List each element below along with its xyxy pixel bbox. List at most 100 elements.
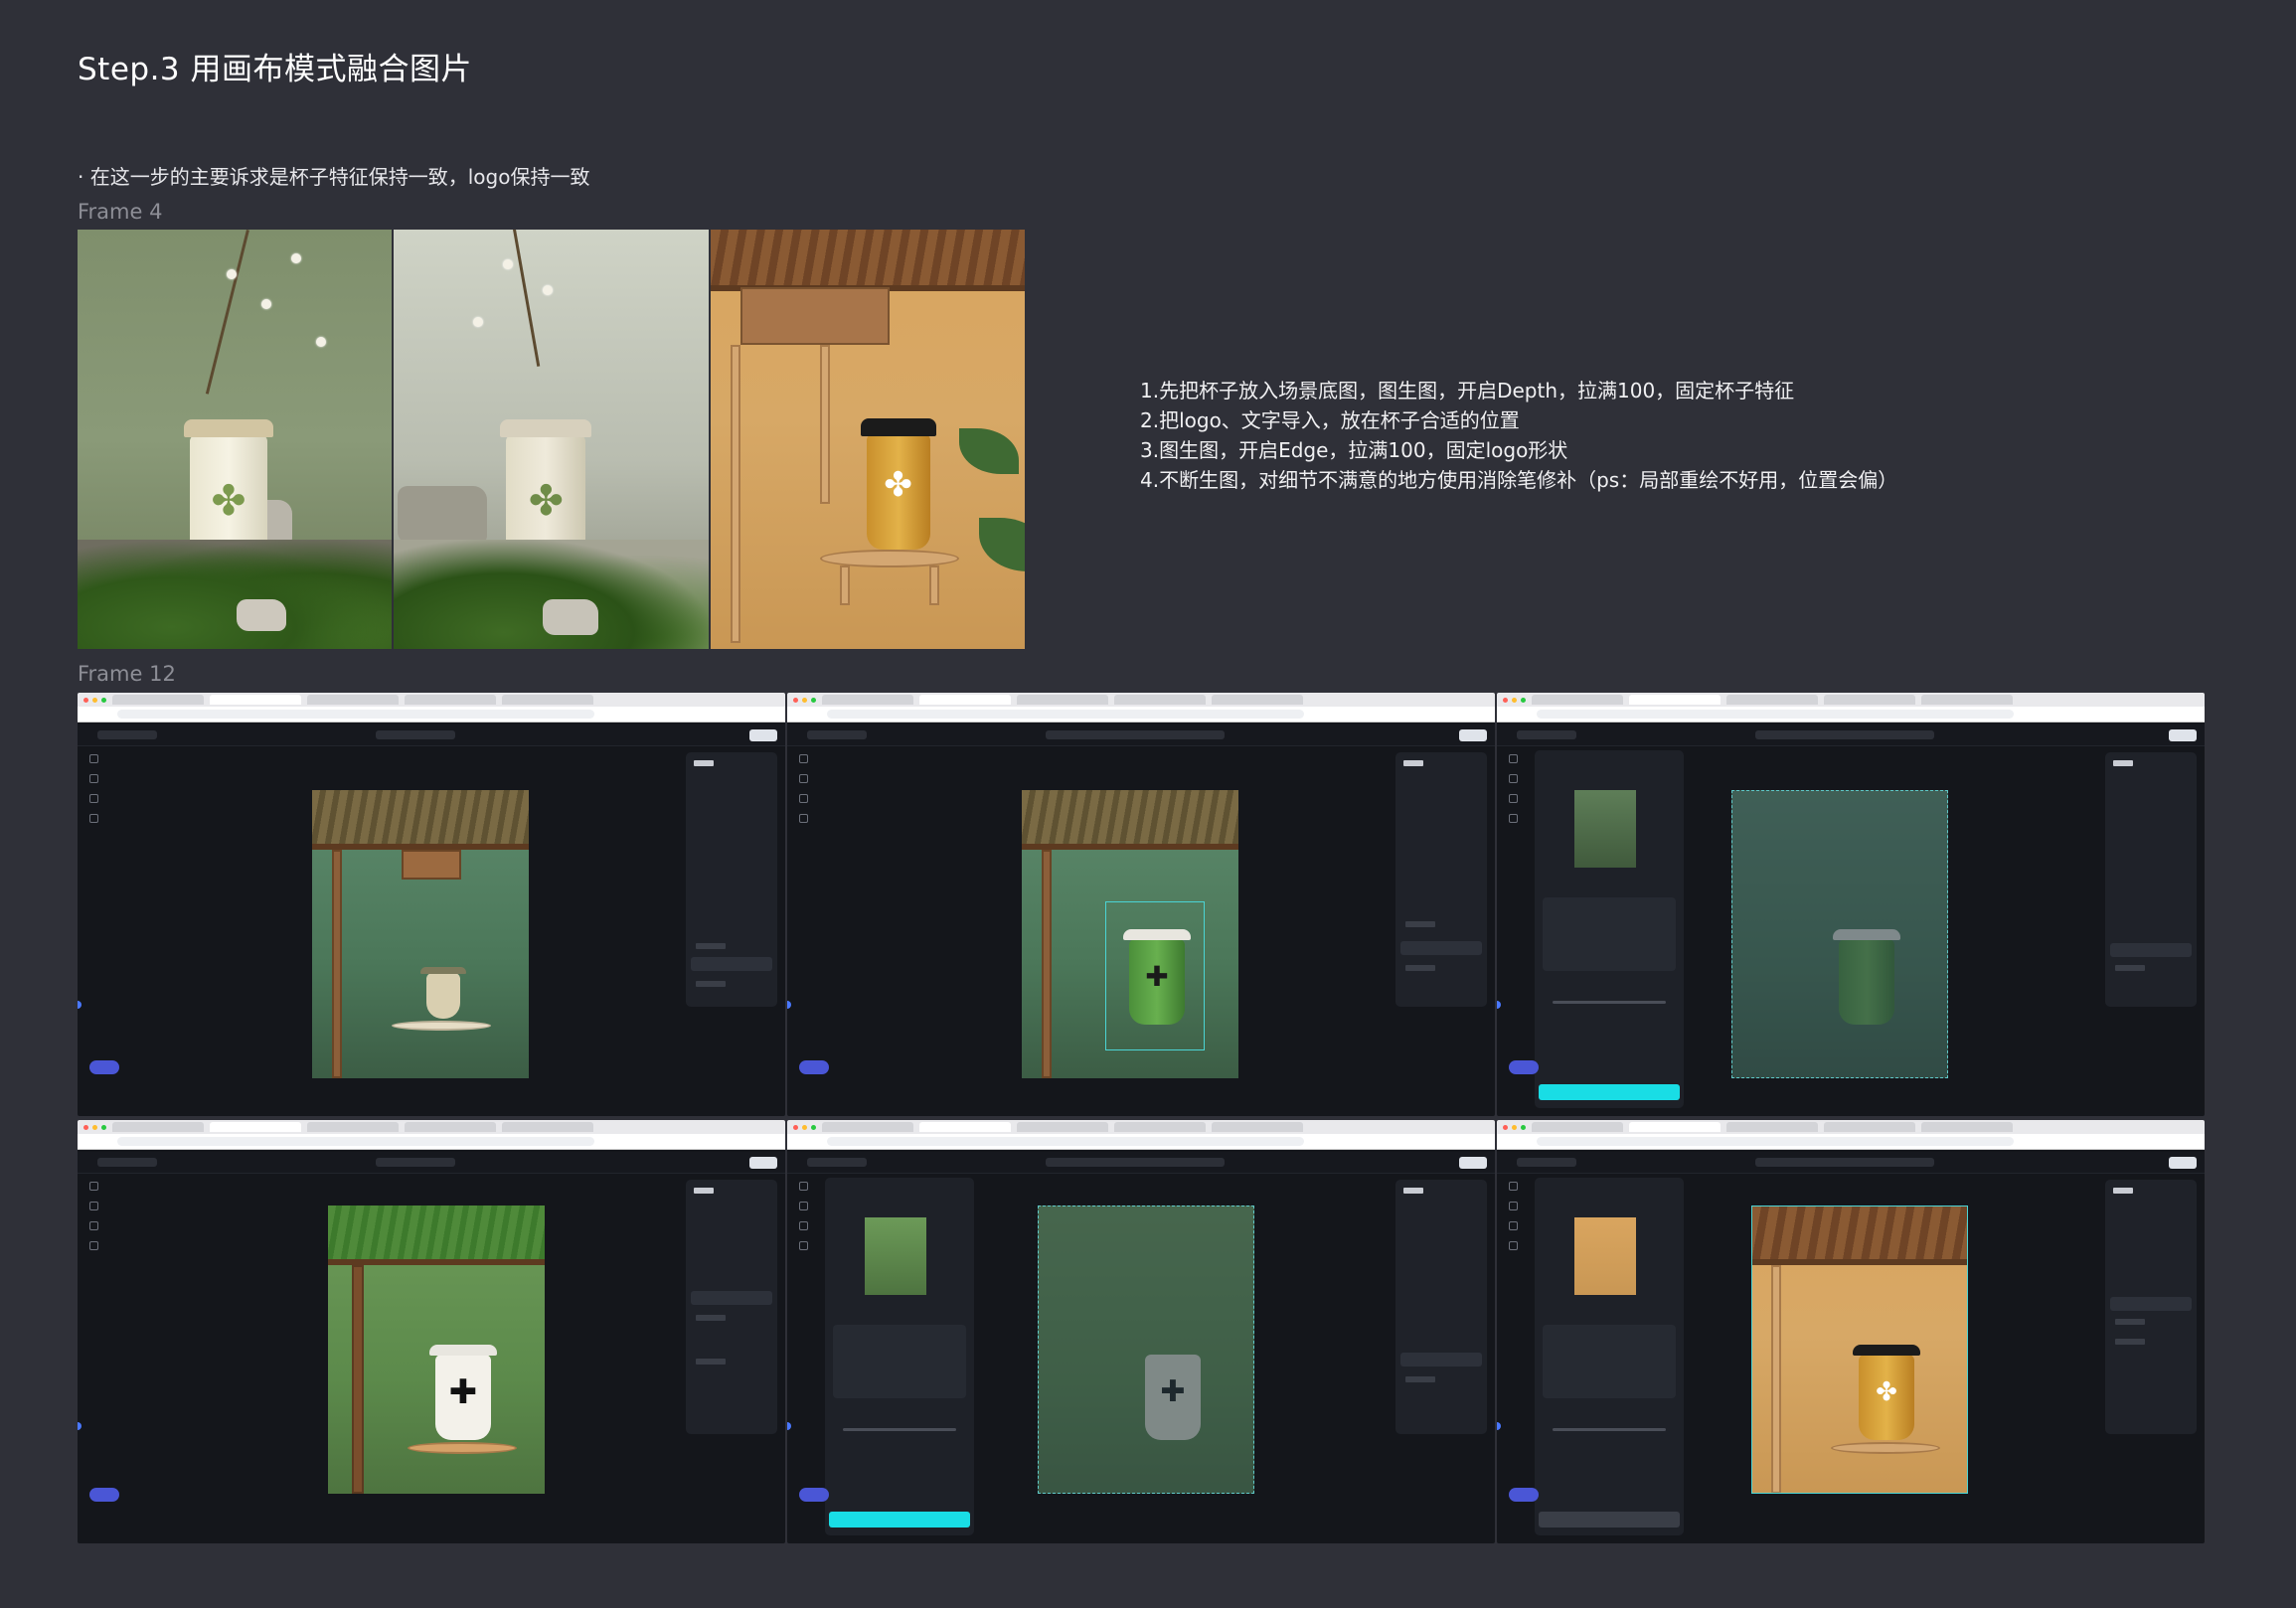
canvas-image[interactable]: ✚ — [1038, 1206, 1254, 1494]
img2img-panel — [1535, 750, 1684, 1108]
strength-slider[interactable] — [843, 1428, 956, 1431]
branch — [513, 230, 541, 367]
canvas-image[interactable]: ✤ — [1751, 1206, 1968, 1494]
canvas-image[interactable] — [312, 790, 529, 1078]
rock — [543, 599, 599, 635]
tool-icon[interactable] — [1508, 814, 1518, 823]
lid-icon — [860, 418, 936, 436]
lid-icon — [500, 419, 592, 437]
photo-cup-green-scene: ✤ — [78, 230, 393, 649]
tool-icon[interactable] — [1508, 794, 1518, 803]
generate-fab[interactable] — [1509, 1060, 1539, 1074]
layers-panel — [2105, 752, 2197, 1007]
generate-button[interactable] — [1539, 1084, 1680, 1100]
generate-fab[interactable] — [1509, 1488, 1539, 1502]
tool-icon[interactable] — [798, 814, 808, 823]
tool-icon[interactable] — [88, 814, 98, 823]
address-bar[interactable] — [787, 707, 1495, 723]
tool-icon[interactable] — [1508, 754, 1518, 763]
rock — [398, 486, 488, 544]
generate-fab[interactable] — [89, 1488, 119, 1502]
step-1: 1.先把杯子放入场景底图，图生图，开启Depth，拉满100，固定杯子特征 — [1140, 379, 1795, 402]
generate-fab[interactable] — [799, 1488, 829, 1502]
export-button[interactable] — [2169, 729, 2197, 741]
strength-slider[interactable] — [1553, 1428, 1666, 1431]
tool-icon[interactable] — [88, 1202, 98, 1210]
frame4-photos: ✤ ✤ ✤ — [78, 230, 1025, 649]
tool-column — [795, 1182, 811, 1261]
browser-tabs — [787, 1120, 1495, 1134]
tool-icon[interactable] — [88, 754, 98, 763]
tool-icon[interactable] — [1508, 774, 1518, 783]
address-bar[interactable] — [78, 707, 785, 723]
address-bar[interactable] — [78, 1134, 785, 1150]
flower — [473, 317, 484, 327]
export-button[interactable] — [1459, 729, 1487, 741]
tool-column — [85, 1182, 101, 1261]
canvas-image[interactable]: ✚ — [1022, 790, 1238, 1078]
generate-fab[interactable] — [799, 1060, 829, 1074]
flower-logo-icon: ✤ — [528, 476, 564, 525]
layers-panel — [1395, 1180, 1487, 1434]
prompt-input[interactable] — [833, 1325, 966, 1398]
collapse-handle[interactable] — [787, 1001, 791, 1009]
strength-slider[interactable] — [1553, 1001, 1666, 1004]
tool-icon[interactable] — [798, 794, 808, 803]
tool-icon[interactable] — [798, 1221, 808, 1230]
reference-thumbnail — [1574, 1217, 1636, 1295]
generate-fab[interactable] — [89, 1060, 119, 1074]
tool-icon[interactable] — [1508, 1182, 1518, 1191]
address-bar[interactable] — [787, 1134, 1495, 1150]
collapse-handle[interactable] — [1497, 1001, 1501, 1009]
screen-2: ✚ — [787, 693, 1495, 1116]
tool-icon[interactable] — [798, 754, 808, 763]
tool-icon[interactable] — [798, 1202, 808, 1210]
prompt-input[interactable] — [1543, 1325, 1676, 1398]
flower — [503, 259, 514, 269]
layers-panel — [686, 1180, 777, 1434]
stool-leg — [730, 345, 740, 643]
export-button[interactable] — [2169, 1157, 2197, 1169]
prompt-input[interactable] — [1543, 897, 1676, 971]
app-toolbar — [78, 724, 785, 746]
tool-icon[interactable] — [88, 794, 98, 803]
tool-icon[interactable] — [1508, 1202, 1518, 1210]
tool-icon[interactable] — [88, 1221, 98, 1230]
canvas-image[interactable]: ✚ — [328, 1206, 545, 1494]
tool-icon[interactable] — [88, 774, 98, 783]
flower — [543, 285, 554, 295]
frame12-label: Frame 12 — [78, 662, 176, 686]
steps-list: 1.先把杯子放入场景底图，图生图，开启Depth，拉满100，固定杯子特征 2.… — [1140, 376, 1897, 495]
export-button[interactable] — [1459, 1157, 1487, 1169]
address-bar[interactable] — [1497, 707, 2205, 723]
wooden-house — [739, 287, 890, 345]
generate-button[interactable] — [1539, 1512, 1680, 1528]
tool-icon[interactable] — [798, 1182, 808, 1191]
tool-icon[interactable] — [798, 1241, 808, 1250]
page-title: Step.3 用画布模式融合图片 — [78, 52, 473, 87]
layers-panel — [1395, 752, 1487, 1007]
export-button[interactable] — [749, 729, 777, 741]
screen-1 — [78, 693, 785, 1116]
generate-button[interactable] — [829, 1512, 970, 1528]
collapse-handle[interactable] — [1497, 1422, 1501, 1430]
leaf — [978, 518, 1025, 571]
tool-icon[interactable] — [88, 1241, 98, 1250]
collapse-handle[interactable] — [78, 1001, 82, 1009]
address-bar[interactable] — [1497, 1134, 2205, 1150]
tool-column — [1505, 754, 1521, 834]
cup: ✤ — [860, 418, 936, 550]
tool-icon[interactable] — [798, 774, 808, 783]
export-button[interactable] — [749, 1157, 777, 1169]
tool-icon[interactable] — [88, 1182, 98, 1191]
step-3: 3.图生图，开启Edge，拉满100，固定logo形状 — [1140, 438, 1568, 462]
app-toolbar — [1497, 1152, 2205, 1174]
canvas-image[interactable] — [1731, 790, 1948, 1078]
tool-icon[interactable] — [1508, 1221, 1518, 1230]
collapse-handle[interactable] — [787, 1422, 791, 1430]
collapse-handle[interactable] — [78, 1422, 82, 1430]
tool-icon[interactable] — [1508, 1241, 1518, 1250]
branch — [205, 230, 249, 395]
browser-tabs — [1497, 693, 2205, 707]
page-subtitle: · 在这一步的主要诉求是杯子特征保持一致，logo保持一致 — [78, 165, 590, 189]
